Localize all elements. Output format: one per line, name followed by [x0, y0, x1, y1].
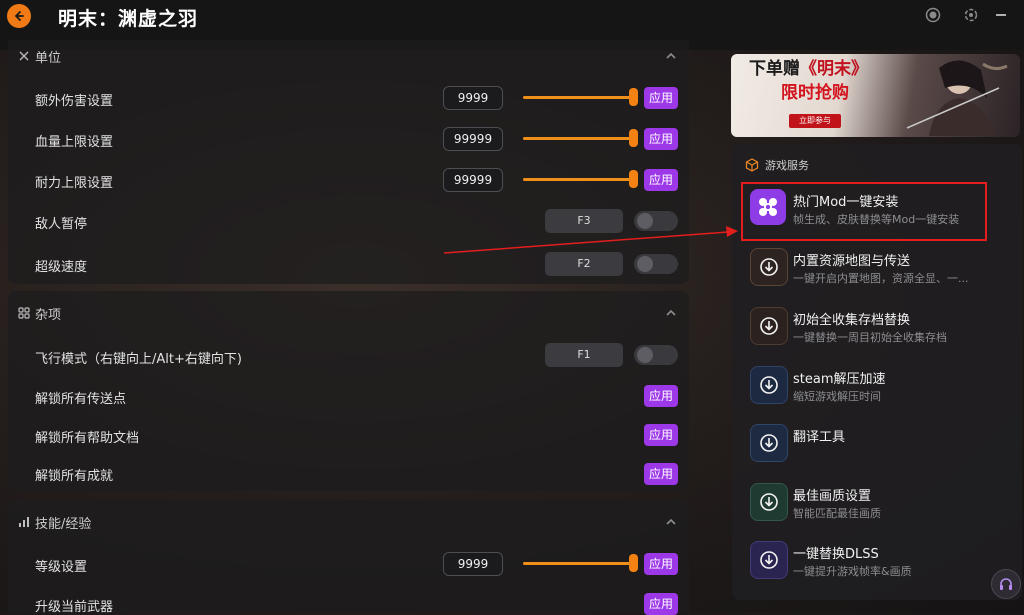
unit-section: 单位 额外伤害设置 9999 应用 血量上限设置 99999 应用 耐力上限设置… — [8, 40, 689, 284]
headset-icon — [1000, 578, 1012, 590]
fly-mode-label: 飞行模式（右键向上/Alt+右键向下) — [35, 352, 242, 367]
hp-slider[interactable] — [523, 137, 635, 140]
download-icon — [750, 248, 788, 286]
misc-section-title: 杂项 — [35, 307, 62, 323]
skills-section-title: 技能/经验 — [35, 516, 92, 532]
skills-section-header[interactable]: 技能/经验 — [18, 512, 91, 532]
service-subtitle: 缩短游戏解压时间 — [793, 390, 881, 403]
damage-apply-button[interactable]: 应用 — [644, 87, 678, 109]
service-title: 翻译工具 — [793, 430, 846, 445]
hp-input[interactable]: 99999 — [443, 127, 503, 151]
service-item-translate[interactable]: 翻译工具 — [750, 424, 1018, 474]
service-subtitle: 一键开启内置地图，资源全显、一... — [793, 272, 969, 285]
level-input[interactable]: 9999 — [443, 552, 503, 576]
banner-headline-part2: 《明末》 — [800, 59, 868, 79]
promo-banner[interactable]: 下单赠《明末》 限时抢购 立即参与 — [731, 54, 1020, 137]
download-icon — [750, 541, 788, 579]
download-icon — [750, 483, 788, 521]
service-subtitle: 一键替换一周目初始全收集存档 — [793, 331, 947, 344]
banner-subheadline: 限时抢购 — [781, 83, 849, 103]
banner-join-button[interactable]: 立即参与 — [789, 114, 841, 128]
service-subtitle: 智能匹配最佳画质 — [793, 507, 881, 520]
super-speed-hotkey[interactable]: F2 — [545, 252, 623, 276]
hp-slider-thumb[interactable] — [629, 129, 638, 147]
chevron-up-icon[interactable] — [665, 307, 677, 319]
unit-section-title: 单位 — [35, 50, 62, 66]
unlock-teleport-label: 解锁所有传送点 — [35, 392, 127, 407]
chevron-up-icon[interactable] — [665, 50, 677, 62]
app-title: 明末：渊虚之羽 — [58, 8, 199, 30]
stamina-input[interactable]: 99999 — [443, 168, 503, 192]
super-speed-label: 超级速度 — [35, 260, 88, 275]
unlock-docs-label: 解锁所有帮助文档 — [35, 431, 140, 446]
damage-input[interactable]: 9999 — [443, 86, 503, 110]
download-icon — [750, 307, 788, 345]
service-item-steam-unpack[interactable]: steam解压加速 缩短游戏解压时间 — [750, 366, 1018, 416]
level-slider[interactable] — [523, 562, 635, 565]
banner-headline-part1: 下单赠 — [749, 59, 800, 79]
back-button[interactable] — [7, 4, 31, 28]
user-icon[interactable] — [924, 6, 942, 24]
services-title: 游戏服务 — [765, 159, 809, 172]
fly-mode-hotkey[interactable]: F1 — [545, 343, 623, 367]
damage-slider[interactable] — [523, 96, 635, 99]
enemy-pause-label: 敌人暂停 — [35, 217, 88, 232]
level-apply-button[interactable]: 应用 — [644, 553, 678, 575]
service-title: 最佳画质设置 — [793, 489, 872, 504]
unit-icon — [19, 51, 29, 61]
super-speed-toggle[interactable] — [634, 254, 678, 274]
damage-label: 额外伤害设置 — [35, 94, 114, 109]
banner-headline: 下单赠《明末》 — [749, 60, 868, 79]
headset-support-button[interactable] — [991, 569, 1021, 599]
hp-apply-button[interactable]: 应用 — [644, 128, 678, 150]
unlock-docs-apply-button[interactable]: 应用 — [644, 424, 678, 446]
upgrade-weapon-label: 升级当前武器 — [35, 600, 114, 615]
service-item-dlss[interactable]: 一键替换DLSS 一键提升游戏帧率&画质 — [750, 541, 1018, 591]
minimize-icon[interactable] — [992, 6, 1010, 24]
enemy-pause-toggle[interactable] — [634, 211, 678, 231]
service-title: 内置资源地图与传送 — [793, 254, 911, 269]
arrow-left-icon — [14, 11, 24, 21]
level-slider-thumb[interactable] — [629, 554, 638, 572]
service-title: steam解压加速 — [793, 372, 886, 387]
service-subtitle: 一键提升游戏帧率&画质 — [793, 565, 912, 578]
unit-section-header[interactable]: 单位 — [18, 46, 61, 66]
stamina-slider-thumb[interactable] — [629, 170, 638, 188]
fly-mode-toggle[interactable] — [634, 345, 678, 365]
download-icon — [750, 366, 788, 404]
settings-icon[interactable] — [962, 6, 980, 24]
chevron-up-icon[interactable] — [665, 516, 677, 528]
grid-icon — [18, 307, 30, 319]
service-item-best-quality[interactable]: 最佳画质设置 智能匹配最佳画质 — [750, 483, 1018, 533]
stamina-slider[interactable] — [523, 178, 635, 181]
damage-slider-thumb[interactable] — [629, 88, 638, 106]
unlock-teleport-apply-button[interactable]: 应用 — [644, 385, 678, 407]
bar-chart-icon — [19, 517, 29, 527]
service-item-map-teleport[interactable]: 内置资源地图与传送 一键开启内置地图，资源全显、一... — [750, 248, 1018, 298]
stamina-apply-button[interactable]: 应用 — [644, 169, 678, 191]
service-title: 一键替换DLSS — [793, 547, 879, 562]
level-label: 等级设置 — [35, 560, 88, 575]
skills-section: 技能/经验 等级设置 9999 应用 升级当前武器 应用 — [8, 500, 689, 615]
cube-icon — [745, 158, 759, 172]
highlight-box — [741, 182, 987, 241]
game-character-image — [906, 60, 1008, 136]
misc-section-header[interactable]: 杂项 — [18, 303, 61, 323]
service-item-save-replace[interactable]: 初始全收集存档替换 一键替换一周目初始全收集存档 — [750, 307, 1018, 357]
enemy-pause-hotkey[interactable]: F3 — [545, 209, 623, 233]
hp-label: 血量上限设置 — [35, 135, 114, 150]
stamina-label: 耐力上限设置 — [35, 176, 114, 191]
unlock-achievements-apply-button[interactable]: 应用 — [644, 463, 678, 485]
service-title: 初始全收集存档替换 — [793, 313, 911, 328]
services-header: 游戏服务 — [745, 157, 809, 173]
unlock-achievements-label: 解锁所有成就 — [35, 469, 114, 484]
download-icon — [750, 424, 788, 462]
misc-section: 杂项 飞行模式（右键向上/Alt+右键向下) F1 解锁所有传送点 应用 解锁所… — [8, 291, 689, 491]
